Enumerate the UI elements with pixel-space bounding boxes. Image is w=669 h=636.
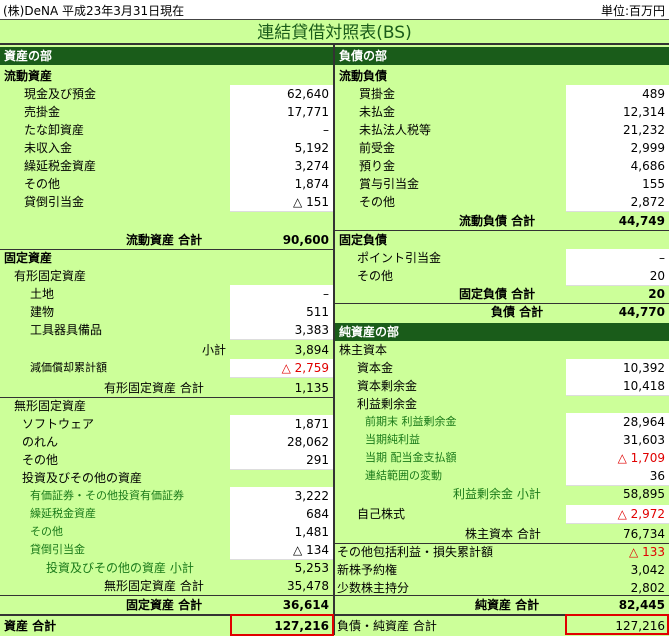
assets-total-highlight: [230, 614, 334, 636]
investment-total: 投資及びその他の資産 小計 5,253: [46, 561, 329, 575]
asset-row: 未収入金 5,192: [0, 139, 333, 158]
liability-row: その他 20: [335, 267, 669, 286]
depreciation-row: 減価償却累計額 △ 2,759: [0, 359, 333, 378]
blank-row: [0, 211, 333, 229]
asset-row: 売掛金 17,771: [0, 103, 333, 122]
asset-row: ソフトウェア 1,871: [0, 415, 333, 434]
asset-row: 貸倒引当金 △ 134: [0, 541, 333, 560]
asset-row: 繰延税金資産 684: [0, 505, 333, 524]
retained-subtotal: 利益剰余金 小計 58,895: [453, 487, 665, 501]
equity-row: 当期 配当金支払額 △ 1,709: [335, 449, 669, 468]
asset-row: のれん 28,062: [0, 433, 333, 452]
shareholders-title: 株主資本: [339, 343, 388, 357]
assets-header: 資産の部: [0, 47, 333, 65]
equity-header: 純資産の部: [335, 323, 669, 341]
asset-row: たな卸資産 –: [0, 121, 333, 140]
unit-label: 単位:百万円: [600, 4, 665, 18]
equity-row: 資本剰余金 10,418: [335, 377, 669, 396]
assets-column: 資産の部 流動資産 現金及び預金 62,640 売掛金 17,771 たな卸資産 – …: [0, 45, 335, 636]
tangible-total: 有形固定資産 合計 1,135: [104, 381, 329, 395]
fixed-assets-total: 固定資産 合計 36,614: [126, 598, 329, 612]
liabilities-header: 負債の部: [335, 47, 669, 65]
page-title: 連結貸借対照表(BS): [0, 19, 669, 45]
warrants-row: 新株予約権 3,042: [337, 563, 665, 577]
equity-total: 純資産 合計 82,445: [475, 598, 665, 612]
report-header: (株)DeNA 平成23年3月31日現在 単位:百万円: [0, 0, 669, 19]
asset-row: その他 1,481: [0, 523, 333, 542]
fixed-liabilities-total: 固定負債 合計 20: [459, 287, 665, 301]
treasury-row: 自己株式 △ 2,972: [335, 505, 669, 524]
fixed-liabilities-title: 固定負債: [339, 233, 388, 247]
fixed-assets-title: 固定資産: [4, 251, 53, 265]
equity-row: 連結範囲の変動 36: [335, 467, 669, 486]
asset-row: 繰延税金資産 3,274: [0, 157, 333, 176]
asset-row: 有価証券・その他投資有価証券 3,222: [0, 487, 333, 506]
asset-row: その他 291: [0, 451, 333, 470]
current-assets-title: 流動資産: [4, 69, 53, 83]
equity-row: 資本金 10,392: [335, 359, 669, 378]
intangible-title: 無形固定資産: [14, 399, 87, 413]
oci-row: その他包括利益・損失累計額 △ 133: [337, 545, 665, 559]
asset-row: 建物 511: [0, 303, 333, 322]
asset-row: 工具器具備品 3,383: [0, 321, 333, 340]
liability-row: ポイント引当金 –: [335, 249, 669, 268]
liabilities-column: 負債の部 流動負債 買掛金 489 未払金 12,314 未払法人税等 21,232 …: [335, 45, 669, 635]
liability-row: 前受金 2,999: [335, 139, 669, 158]
liability-row: その他 2,872: [335, 193, 669, 212]
grand-total-highlight: [565, 614, 669, 635]
retained-title: 利益剰余金: [357, 397, 418, 411]
equity-row: 前期末 利益剰余金 28,964: [335, 413, 669, 432]
asset-row: 現金及び預金 62,640: [0, 85, 333, 104]
asset-row: 貸倒引当金 △ 151: [0, 193, 333, 212]
current-assets-total: 流動資産 合計 90,600: [126, 233, 329, 247]
asset-row: 土地 –: [0, 285, 333, 304]
asset-row: その他 1,874: [0, 175, 333, 194]
current-liabilities-title: 流動負債: [339, 69, 388, 83]
liability-row: 未払金 12,314: [335, 103, 669, 122]
current-liabilities-total: 流動負債 合計 44,749: [459, 214, 665, 228]
tangible-title: 有形固定資産: [14, 269, 87, 283]
investment-title: 投資及びその他の資産: [22, 471, 143, 485]
equity-row: 当期純利益 31,603: [335, 431, 669, 450]
liability-row: 賞与引当金 155: [335, 175, 669, 194]
intangible-total: 無形固定資産 合計 35,478: [104, 579, 329, 593]
liability-row: 買掛金 489: [335, 85, 669, 104]
liability-row: 預り金 4,686: [335, 157, 669, 176]
liability-row: 未払法人税等 21,232: [335, 121, 669, 140]
tangible-subtotal: 小計 3,894: [202, 343, 329, 357]
shareholders-total: 株主資本 合計 76,734: [465, 527, 665, 541]
liabilities-total: 負債 合計 44,770: [491, 305, 665, 319]
company-date: (株)DeNA 平成23年3月31日現在: [3, 4, 185, 18]
